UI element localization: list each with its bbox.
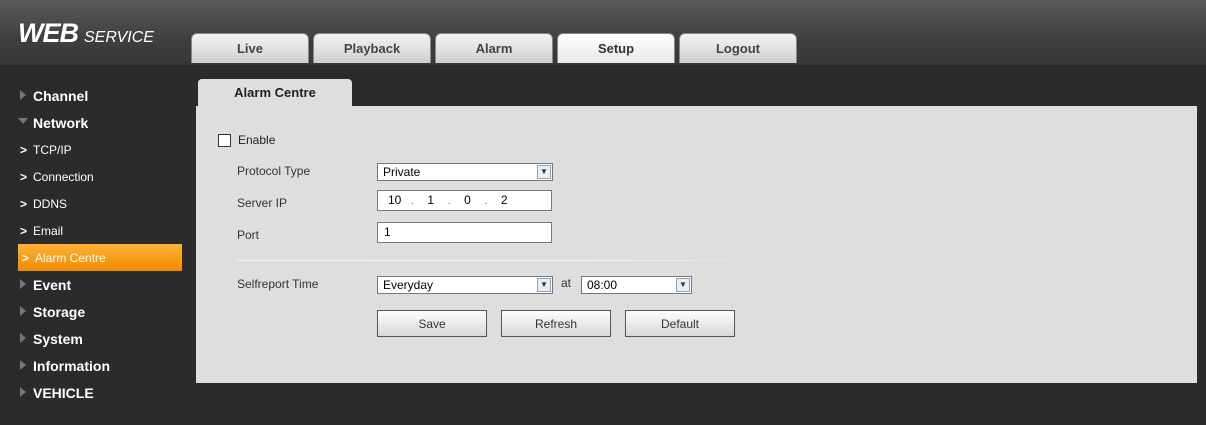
expand-arrow-icon xyxy=(20,333,26,343)
sidebar-item-event[interactable]: Event xyxy=(0,271,190,298)
sidebar-item-tcpip[interactable]: > TCP/IP xyxy=(0,136,190,163)
tab-alarm-centre[interactable]: Alarm Centre xyxy=(198,79,352,106)
logo: WEB SERVICE xyxy=(18,18,154,49)
port-input[interactable]: 1 xyxy=(377,222,552,243)
selfreport-time-label: Selfreport Time xyxy=(237,277,319,291)
default-button[interactable]: Default xyxy=(625,310,735,337)
sidebar-item-channel[interactable]: Channel xyxy=(0,82,190,109)
chevron-right-icon: > xyxy=(20,142,28,157)
enable-row: Enable xyxy=(218,133,275,147)
expand-arrow-icon xyxy=(20,360,26,370)
chevron-right-icon: > xyxy=(20,169,28,184)
port-label: Port xyxy=(237,228,260,242)
selfreport-day-select[interactable]: Everyday ▼ xyxy=(377,276,553,294)
sidebar-item-network[interactable]: Network xyxy=(0,109,190,136)
expand-arrow-icon xyxy=(20,387,26,397)
tab-playback[interactable]: Playback xyxy=(313,33,431,63)
top-bar: WEB SERVICE Live Playback Alarm Setup Log… xyxy=(0,0,1206,65)
sidebar-item-system[interactable]: System xyxy=(0,325,190,352)
enable-label: Enable xyxy=(238,133,276,147)
sidebar-item-connection[interactable]: > Connection xyxy=(0,163,190,190)
sidebar: Channel Network > TCP/IP > Connection > DDN… xyxy=(0,82,190,406)
tab-logout[interactable]: Logout xyxy=(679,33,797,63)
dropdown-arrow-icon: ▼ xyxy=(537,278,551,292)
at-label: at xyxy=(561,276,572,290)
sidebar-item-alarm-centre[interactable]: > Alarm Centre xyxy=(18,244,182,271)
alarm-centre-panel: Enable Protocol Type Private ▼ Server IP… xyxy=(196,106,1197,383)
server-ip-label: Server IP xyxy=(237,196,288,210)
collapse-arrow-icon xyxy=(18,118,28,124)
sidebar-item-email[interactable]: > Email xyxy=(0,217,190,244)
expand-arrow-icon xyxy=(20,306,26,316)
chevron-right-icon: > xyxy=(22,250,30,265)
selfreport-time-select[interactable]: 08:00 ▼ xyxy=(581,276,692,294)
refresh-button[interactable]: Refresh xyxy=(501,310,611,337)
tab-setup[interactable]: Setup xyxy=(557,33,675,63)
tab-alarm[interactable]: Alarm xyxy=(435,33,553,63)
dropdown-arrow-icon: ▼ xyxy=(537,165,551,179)
dropdown-arrow-icon: ▼ xyxy=(676,278,690,292)
enable-checkbox[interactable] xyxy=(218,133,231,147)
chevron-right-icon: > xyxy=(20,223,28,238)
chevron-right-icon: > xyxy=(20,196,28,211)
sidebar-item-information[interactable]: Information xyxy=(0,352,190,379)
sidebar-item-storage[interactable]: Storage xyxy=(0,298,190,325)
save-button[interactable]: Save xyxy=(377,310,487,337)
expand-arrow-icon xyxy=(20,279,26,289)
main-tabs: Live Playback Alarm Setup Logout xyxy=(191,33,801,63)
logo-web: WEB xyxy=(18,18,79,48)
tab-live[interactable]: Live xyxy=(191,33,309,63)
sidebar-item-ddns[interactable]: > DDNS xyxy=(0,190,190,217)
protocol-type-label: Protocol Type xyxy=(237,164,311,178)
protocol-type-select[interactable]: Private ▼ xyxy=(377,163,553,181)
logo-service: SERVICE xyxy=(84,29,154,46)
sidebar-item-vehicle[interactable]: VEHICLE xyxy=(0,379,190,406)
divider xyxy=(237,260,772,261)
expand-arrow-icon xyxy=(20,90,26,100)
server-ip-input[interactable]: 10 . 1 . 0 . 2 xyxy=(377,190,552,211)
